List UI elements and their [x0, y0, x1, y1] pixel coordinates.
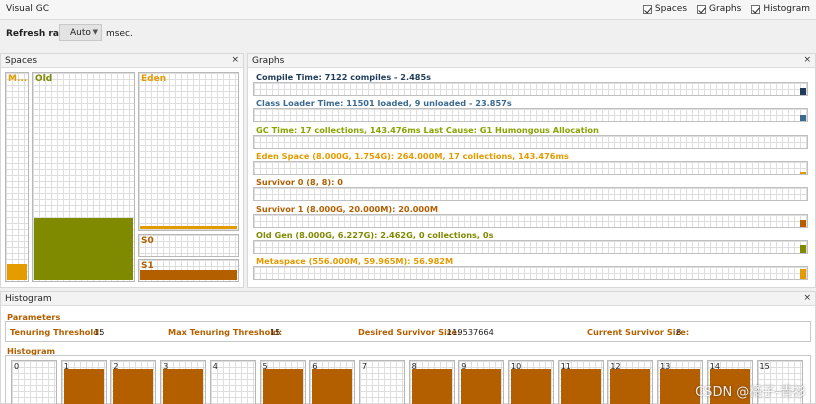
current-survivor-size-label: Current Survivor Size: [587, 327, 690, 337]
view-toggles: Spaces Graphs Histogram [642, 4, 810, 14]
spaces-toggle[interactable]: Spaces [642, 4, 687, 14]
bin-label: 7 [361, 362, 367, 371]
window-title: Visual GC [6, 4, 49, 14]
histogram-bin: 9 [458, 360, 505, 404]
graphs-area: Compile Time: 7122 compiles - 2.485s Clas… [248, 68, 815, 287]
bin-fill [163, 369, 204, 404]
histogram-bin: 2 [110, 360, 157, 404]
bin-fill [262, 369, 303, 404]
close-icon[interactable]: × [231, 55, 239, 65]
histogram-bin: 4 [209, 360, 256, 404]
refresh-unit: msec. [106, 29, 133, 39]
graph-label: Survivor 0 (8, 8): 0 [256, 177, 343, 188]
close-icon[interactable]: × [803, 293, 811, 303]
space-s0: S0 [138, 234, 239, 257]
desired-survivor-size-label: Desired Survivor Size: [358, 327, 461, 337]
graphs-panel: Graphs × Compile Time: 7122 compiles - 2… [247, 53, 816, 288]
max-tenuring-threshold-value: 15 [270, 327, 281, 337]
parameters-box: Tenuring Threshold: 15 Max Tenuring Thre… [5, 321, 811, 342]
histogram-bin: 5 [259, 360, 306, 404]
space-s1: S1 [138, 259, 239, 282]
histogram-bin: 3 [160, 360, 207, 404]
space-old: Old [32, 72, 135, 282]
histogram-bin: 6 [309, 360, 356, 404]
tenuring-threshold-label: Tenuring Threshold: [10, 327, 103, 337]
graph-label: Compile Time: 7122 compiles - 2.485s [256, 72, 432, 82]
graph-plot [253, 82, 808, 96]
histogram-bin: 10 [508, 360, 554, 404]
bin-label: 0 [14, 362, 20, 371]
spaces-header: Spaces × [1, 54, 243, 68]
histogram-body: Parameters Tenuring Threshold: 15 Max Te… [1, 306, 815, 404]
graph-plot [253, 187, 808, 202]
close-icon[interactable]: × [803, 55, 811, 65]
checkbox-icon[interactable] [697, 4, 707, 14]
graph-mark [800, 171, 806, 174]
histogram-bin: 11 [557, 360, 604, 404]
graph-plot [253, 239, 808, 254]
graph-label: Eden Space (8.000G, 1.754G): 264.000M, 1… [256, 150, 569, 161]
s1-fill [140, 270, 237, 280]
histogram-bin: 8 [408, 360, 455, 404]
title-bar: Visual GC Spaces Graphs Histogram [0, 0, 816, 20]
bin-label: 4 [212, 362, 218, 371]
histogram-bin: 1 [60, 360, 107, 404]
refresh-rate-select[interactable]: Auto ▼ [59, 24, 102, 41]
bin-fill [461, 369, 502, 404]
graph-plot [253, 213, 808, 228]
histogram-area: 0 1 2 3 4 5 6 7 8 9 10 11 12 13 14 15 [5, 355, 811, 404]
chevron-down-icon: ▼ [92, 28, 98, 36]
bin-fill [411, 369, 452, 404]
histogram-panel: Histogram × Parameters Tenuring Threshol… [0, 291, 816, 404]
metaspace-fill [7, 264, 27, 280]
refresh-row: Refresh rate: Auto ▼ msec. [0, 20, 816, 50]
watermark: CSDN @橘子-青衫 [695, 385, 806, 400]
spaces-panel: Spaces × M... Old Eden S0 S1 [0, 53, 244, 288]
graph-label: Metaspace (556.000M, 59.965M): 56.982M [256, 256, 454, 267]
graph-plot [253, 160, 808, 175]
old-fill [34, 218, 133, 280]
graph-label: Class Loader Time: 11501 loaded, 9 unloa… [256, 98, 512, 109]
max-tenuring-threshold-label: Max Tenuring Threshold: [168, 327, 283, 337]
bin-label: 15 [759, 362, 770, 371]
histogram-bin: 12 [607, 360, 654, 404]
bin-fill [63, 369, 104, 404]
bin-fill [312, 369, 353, 404]
checkbox-icon[interactable] [751, 4, 761, 14]
graph-plot [253, 266, 808, 281]
histogram-bin: 7 [358, 360, 405, 404]
graphs-toggle[interactable]: Graphs [697, 4, 741, 14]
histogram-toggle[interactable]: Histogram [751, 4, 810, 14]
graph-mark [800, 244, 806, 253]
graph-plot [253, 108, 808, 123]
bin-fill [560, 369, 601, 404]
graph-label: Old Gen (8.000G, 6.227G): 2.462G, 0 coll… [256, 229, 494, 240]
graphs-header: Graphs × [248, 54, 815, 68]
space-eden: Eden [138, 72, 239, 231]
graph-mark [800, 269, 806, 280]
histogram-header: Histogram × [1, 292, 815, 306]
bin-fill [511, 369, 551, 404]
graph-mark [800, 115, 806, 122]
graph-label: Survivor 1 (8.000G, 20.000M): 20.000M [256, 203, 438, 214]
bin-fill [610, 369, 651, 404]
histogram-bin: 0 [11, 360, 57, 404]
eden-fill [140, 226, 237, 229]
space-metaspace: M... [5, 72, 29, 282]
graph-mark [800, 219, 806, 227]
graph-plot [253, 134, 808, 149]
current-survivor-size-value: 8 [676, 327, 682, 337]
desired-survivor-size-value: 119537664 [447, 327, 494, 337]
graph-mark [800, 88, 806, 95]
bin-fill [113, 369, 154, 404]
spaces-area: M... Old Eden S0 S1 [1, 68, 243, 287]
graph-label: GC Time: 17 collections, 143.476ms Last … [256, 124, 599, 135]
tenuring-threshold-value: 15 [94, 327, 105, 337]
checkbox-icon[interactable] [642, 4, 652, 14]
